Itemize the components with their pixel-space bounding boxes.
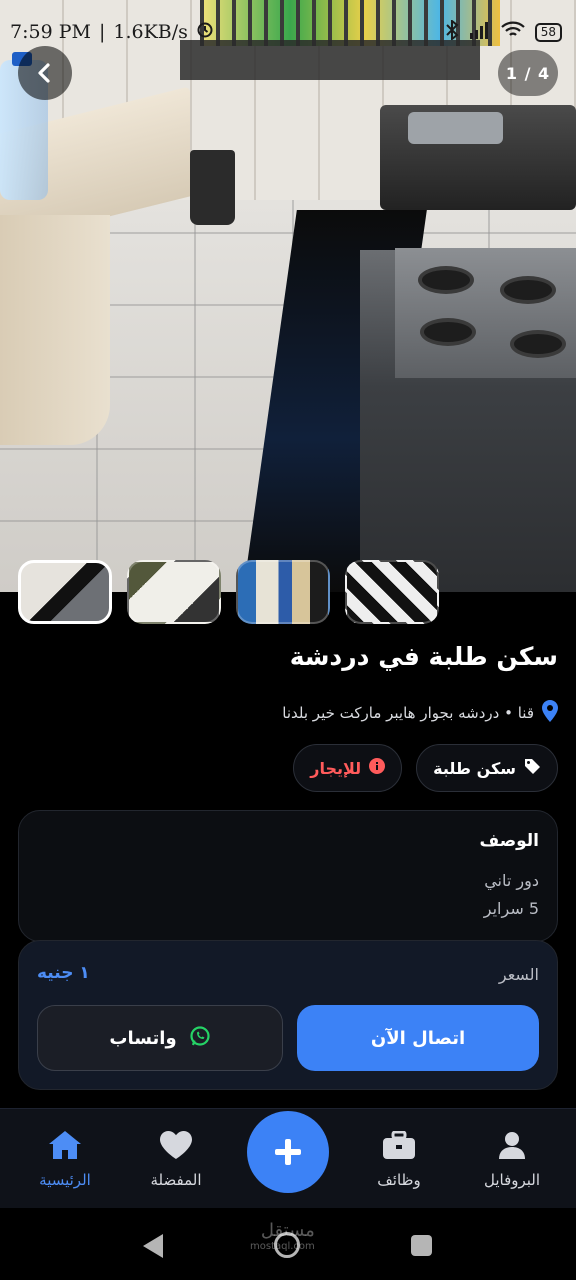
nav-home[interactable]: الرئيسية xyxy=(20,1131,110,1189)
status-chip[interactable]: للإيجار xyxy=(293,744,403,792)
whatsapp-icon xyxy=(189,1025,211,1052)
nav-favorites[interactable]: المفضلة xyxy=(131,1131,221,1189)
status-bar: 7:59 PM | 1.6KB/s 58 xyxy=(0,0,576,64)
alarm-icon xyxy=(196,20,214,43)
photo-stove-top xyxy=(395,248,576,378)
status-chip-label: للإيجار xyxy=(310,758,362,778)
listing-detail-screen: 7:59 PM | 1.6KB/s 58 1 / 4 سكن طلبة في د… xyxy=(0,0,576,1280)
listing-photo[interactable] xyxy=(0,0,576,592)
nav-profile[interactable]: البروفايل xyxy=(467,1131,557,1189)
add-listing-button[interactable] xyxy=(247,1111,329,1193)
photo-burner xyxy=(418,266,474,294)
location-pin-icon xyxy=(542,700,558,726)
nav-jobs[interactable]: وظائف xyxy=(354,1130,444,1189)
category-chip[interactable]: سكن طلبة xyxy=(416,744,558,792)
description-heading: الوصف xyxy=(479,831,539,851)
user-icon xyxy=(499,1131,525,1163)
photo-shelf xyxy=(0,215,110,445)
status-time: 7:59 PM xyxy=(10,20,91,43)
nav-profile-label: البروفايل xyxy=(483,1171,541,1189)
nav-favorites-label: المفضلة xyxy=(150,1171,202,1189)
thumbnail-1[interactable] xyxy=(18,560,112,624)
photo-burner xyxy=(510,330,566,358)
call-now-label: اتصال الآن xyxy=(370,1027,466,1049)
tag-icon xyxy=(524,758,541,779)
heart-icon xyxy=(160,1131,192,1163)
thumbnail-4[interactable] xyxy=(345,560,439,624)
system-recents-icon[interactable] xyxy=(411,1235,432,1256)
home-icon xyxy=(49,1131,81,1163)
chevron-left-icon xyxy=(38,63,50,83)
location-text: قنا • دردشه بجوار هايبر ماركت خير بلدنا xyxy=(282,704,534,722)
nav-home-label: الرئيسية xyxy=(39,1171,91,1189)
status-right: 58 xyxy=(445,18,562,44)
status-separator: | xyxy=(98,20,106,43)
description-card: الوصف دور تاني 5 سراير xyxy=(18,810,558,942)
listing-chips: سكن طلبة للإيجار xyxy=(293,744,558,792)
photo-burner xyxy=(420,318,476,346)
category-chip-label: سكن طلبة xyxy=(433,758,516,778)
wifi-icon xyxy=(500,21,525,43)
plus-icon xyxy=(275,1139,301,1165)
whatsapp-label: واتساب xyxy=(109,1027,177,1049)
thumbnail-3[interactable] xyxy=(236,560,330,624)
photo-sink xyxy=(408,112,503,144)
price-card: السعر ١ جنيه اتصال الآن واتساب xyxy=(18,940,558,1090)
briefcase-icon xyxy=(383,1130,415,1163)
photo-counter-badge: 1 / 4 xyxy=(498,50,558,96)
watermark-text: مستقل xyxy=(260,1220,315,1241)
listing-title: سكن طلبة في دردشة xyxy=(289,642,558,671)
system-back-icon[interactable] xyxy=(143,1234,163,1258)
watermark-logo: مستقل mostaql.com xyxy=(250,1220,315,1252)
info-icon xyxy=(369,758,386,778)
whatsapp-button[interactable]: واتساب xyxy=(37,1005,283,1071)
back-button[interactable] xyxy=(18,46,72,100)
signal-icon xyxy=(469,21,491,43)
description-line: 5 سراير xyxy=(483,899,539,918)
call-now-button[interactable]: اتصال الآن xyxy=(297,1005,539,1071)
price-value: ١ جنيه xyxy=(37,963,90,983)
thumbnail-strip xyxy=(18,560,439,624)
description-line: دور تاني xyxy=(484,871,539,890)
thumbnail-2[interactable] xyxy=(127,560,221,624)
status-left: 7:59 PM | 1.6KB/s xyxy=(10,20,214,43)
photo-burner xyxy=(500,276,556,304)
bluetooth-icon xyxy=(445,18,459,44)
listing-location: قنا • دردشه بجوار هايبر ماركت خير بلدنا xyxy=(282,700,558,726)
price-label: السعر xyxy=(498,965,539,984)
nav-jobs-label: وظائف xyxy=(377,1171,421,1189)
photo-basket xyxy=(190,150,235,225)
watermark-sub: mostaql.com xyxy=(250,1241,315,1252)
battery-indicator: 58 xyxy=(534,22,562,42)
status-speed: 1.6KB/s xyxy=(113,20,188,43)
